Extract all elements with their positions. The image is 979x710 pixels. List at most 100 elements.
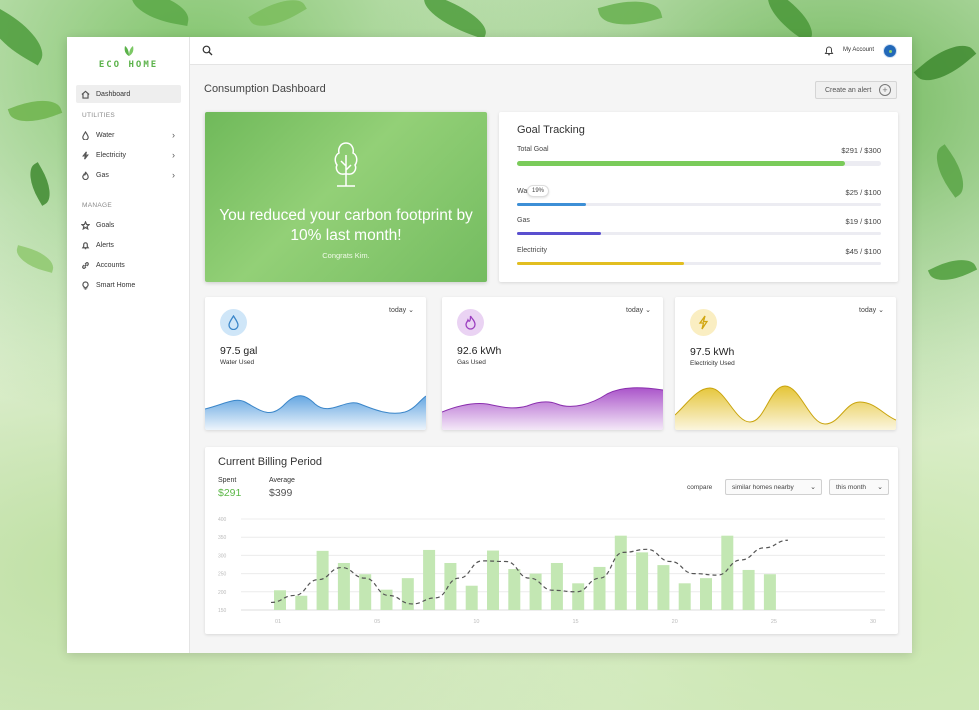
carbon-footprint-card: You reduced your carbon footprint by 10%…	[205, 112, 487, 282]
x-tick-label: 25	[771, 619, 777, 625]
y-tick-label: 200	[218, 590, 227, 596]
leaf-logo-icon	[124, 46, 133, 56]
goal-bar-fill	[517, 232, 601, 235]
chevron-down-icon: ⌄	[878, 307, 884, 314]
period-select-water[interactable]: today ⌄	[389, 306, 414, 314]
leaf-decoration	[913, 33, 977, 93]
y-tick-label: 250	[218, 572, 227, 578]
lightning-icon	[698, 315, 709, 330]
sidebar-item-label: Smart Home	[96, 281, 136, 289]
sidebar-item-gas[interactable]: Gas ›	[76, 166, 181, 184]
top-bar: My Account	[190, 37, 912, 65]
sidebar-item-label: Water	[96, 131, 115, 139]
chevron-right-icon: ›	[172, 130, 175, 140]
chart-bar	[423, 549, 436, 610]
sidebar-item-label: Dashboard	[96, 90, 131, 98]
home-icon	[81, 90, 90, 99]
chart-bar	[572, 583, 585, 610]
plus-circle-icon: +	[879, 84, 891, 96]
carbon-message: You reduced your carbon footprint by 10%…	[219, 207, 473, 244]
sidebar-item-label: Goals	[96, 221, 115, 229]
sidebar-item-alerts[interactable]: Alerts	[76, 236, 181, 254]
chart-bar	[444, 562, 457, 610]
billing-period-card: Current Billing Period Spent $291 Averag…	[205, 447, 898, 634]
leaf-decoration	[248, 0, 307, 37]
lightning-icon	[82, 151, 89, 159]
create-alert-label: Create an alert	[825, 86, 872, 94]
section-manage: MANAGE	[82, 202, 112, 209]
goal-tracking-title: Goal Tracking	[517, 124, 585, 136]
chart-bar	[508, 569, 521, 610]
electricity-usage-card: today ⌄ 97.5 kWh Electricity Used	[675, 297, 896, 430]
leaf-decoration	[13, 245, 57, 273]
period-select-gas[interactable]: today ⌄	[626, 306, 651, 314]
y-tick-label: 400	[218, 517, 227, 523]
leaf-decoration	[597, 0, 663, 34]
chart-bar	[465, 585, 478, 610]
chart-bar	[337, 562, 350, 610]
chevron-down-icon: ⌄	[645, 307, 651, 314]
period-label: today	[626, 307, 644, 314]
sidebar-item-dashboard[interactable]: Dashboard	[76, 85, 181, 103]
x-tick-label: 05	[374, 619, 380, 625]
water-usage-card: today ⌄ 97.5 gal Water Used	[205, 297, 426, 430]
chart-bar	[614, 535, 627, 610]
leaf-decoration	[418, 0, 492, 40]
goal-value-electricity: $45 / $100	[845, 247, 881, 256]
leaf-decoration	[926, 144, 974, 198]
y-tick-label: 350	[218, 535, 227, 541]
goal-value-gas: $19 / $100	[845, 217, 881, 226]
goal-bar-electricity	[517, 262, 881, 265]
sidebar-item-label: Accounts	[96, 261, 125, 269]
water-drop-icon	[82, 130, 89, 140]
chart-bar	[550, 562, 563, 610]
sidebar-item-label: Gas	[96, 171, 109, 179]
electricity-amount: 97.5 kWh	[690, 346, 735, 358]
chart-bar	[380, 589, 393, 610]
sidebar: ECO HOME Dashboard UTILITIES Water › Ele…	[67, 37, 190, 653]
goal-value-water: $25 / $100	[845, 188, 881, 197]
chart-bar	[678, 583, 691, 610]
chart-bar	[700, 578, 712, 610]
sidebar-item-smart-home[interactable]: Smart Home	[76, 276, 181, 294]
period-select-electricity[interactable]: today ⌄	[859, 306, 884, 314]
gas-amount: 92.6 kWh	[457, 345, 502, 357]
congrats-text: Congrats Kim.	[322, 251, 370, 260]
flame-icon	[82, 171, 89, 180]
goal-bar-total	[517, 161, 881, 166]
x-tick-label: 20	[672, 619, 678, 625]
create-alert-button[interactable]: Create an alert +	[815, 81, 897, 99]
page-title: Consumption Dashboard	[204, 83, 326, 95]
leaf-decoration	[0, 4, 53, 66]
chart-bar	[742, 569, 755, 610]
chart-bar	[721, 535, 734, 610]
water-usage-wave	[205, 395, 426, 430]
gas-usage-wave	[442, 387, 663, 430]
chevron-right-icon: ›	[172, 170, 175, 180]
my-account-link[interactable]: My Account	[843, 47, 874, 53]
avatar[interactable]	[883, 44, 897, 58]
flame-icon	[465, 315, 476, 330]
chart-bar	[316, 550, 329, 610]
sidebar-item-label: Alerts	[96, 241, 114, 249]
chart-bar	[763, 574, 776, 610]
goal-bar-fill	[517, 203, 587, 206]
electricity-usage-wave	[675, 385, 896, 430]
section-utilities: UTILITIES	[82, 112, 116, 119]
star-icon	[81, 220, 90, 230]
sidebar-item-accounts[interactable]: Accounts	[76, 256, 181, 274]
notifications-bell-icon[interactable]	[824, 45, 834, 56]
chart-bar	[636, 552, 649, 610]
search-icon[interactable]	[202, 45, 213, 56]
sidebar-item-goals[interactable]: Goals	[76, 216, 181, 234]
sidebar-item-water[interactable]: Water ›	[76, 126, 181, 144]
brand-logo: ECO HOME	[67, 45, 190, 70]
period-label: today	[859, 307, 877, 314]
water-amount: 97.5 gal	[220, 345, 258, 357]
electricity-icon-circle	[690, 309, 717, 336]
sidebar-item-electricity[interactable]: Electricity ›	[76, 146, 181, 164]
chart-bar	[487, 550, 499, 610]
leaf-decoration	[128, 0, 192, 27]
period-label: today	[389, 307, 407, 314]
goal-bar-water	[517, 203, 881, 206]
